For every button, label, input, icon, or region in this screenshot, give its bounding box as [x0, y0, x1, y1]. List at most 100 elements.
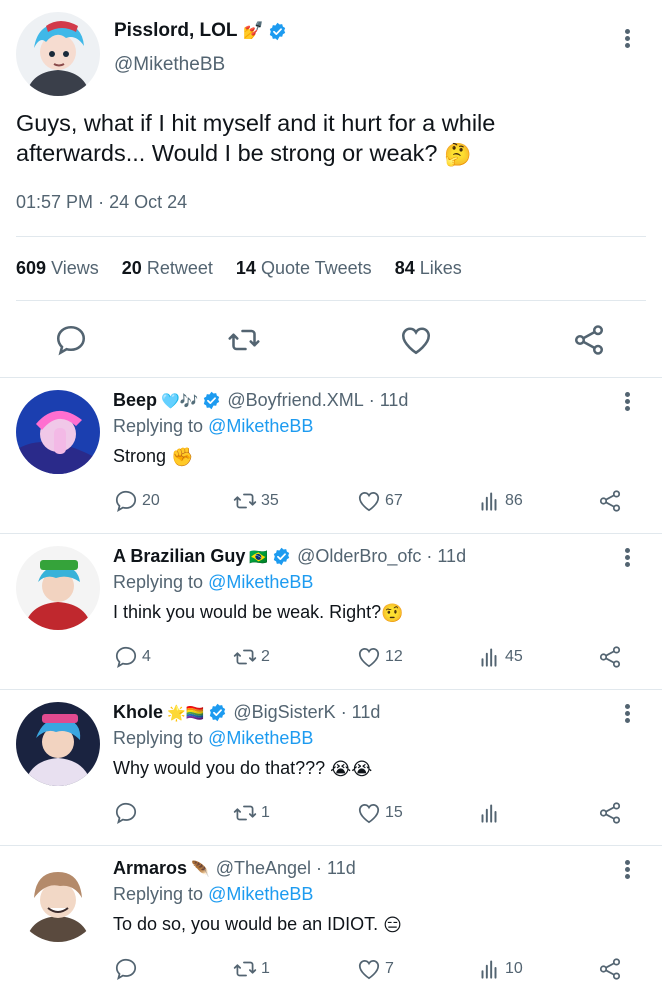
reply-author-name[interactable]: A Brazilian Guy — [113, 546, 245, 567]
share-action[interactable] — [597, 488, 623, 514]
replying-to-mention[interactable]: @MiketheBB — [208, 728, 313, 748]
retweet-action[interactable]: 1 — [232, 800, 270, 826]
retweet-stat[interactable]: 20 Retweet — [122, 258, 213, 278]
like-count: 7 — [385, 960, 394, 977]
like-action[interactable]: 15 — [356, 800, 403, 826]
reply-age: · 11d — [340, 702, 381, 722]
replying-to: Replying to @MiketheBB — [113, 416, 313, 437]
reply-action[interactable]: 4 — [113, 644, 151, 670]
views-action[interactable]: 86 — [476, 488, 523, 514]
reply-author-handle[interactable]: @Boyfriend.XML — [227, 390, 363, 411]
retweet-count: 2 — [261, 648, 270, 665]
replying-prefix: Replying to — [113, 416, 204, 436]
like-count: 12 — [385, 648, 403, 665]
retweet-action[interactable]: 2 — [232, 644, 270, 670]
reply-header: Beep 🩵🎶 @Boyfriend.XML · 11d — [113, 390, 408, 411]
views-action[interactable]: 10 — [476, 956, 523, 982]
replying-to-mention[interactable]: @MiketheBB — [208, 884, 313, 904]
reply-name-emoji: 🩵🎶 — [161, 392, 199, 410]
avatar[interactable] — [16, 12, 100, 96]
reply-tweet[interactable]: A Brazilian Guy 🇧🇷 @OlderBro_ofc · 11d R… — [0, 534, 662, 690]
retweet-action[interactable]: 35 — [232, 488, 279, 514]
reply-tweet[interactable]: Beep 🩵🎶 @Boyfriend.XML · 11d Replying to… — [0, 378, 662, 534]
views-icon — [481, 492, 497, 511]
replying-to-mention[interactable]: @MiketheBB — [208, 416, 313, 436]
replying-to: Replying to @MiketheBB — [113, 884, 313, 905]
reply-action[interactable] — [113, 956, 142, 982]
verified-badge-icon — [273, 547, 290, 566]
reply-text-content: I think you would be weak. Right? — [113, 602, 382, 622]
reply-action[interactable]: 20 — [113, 488, 160, 514]
reply-icon — [115, 958, 137, 981]
main-tweet: Pisslord, LOL 💅 @MiketheBB Guys, what if… — [0, 0, 662, 378]
more-options-icon[interactable] — [617, 546, 637, 570]
share-action[interactable] — [597, 956, 623, 982]
reply-action[interactable] — [113, 800, 142, 826]
more-options-icon[interactable] — [617, 27, 637, 51]
tweet-stats: 609 Views 20 Retweet 14 Quote Tweets 84 … — [16, 258, 480, 279]
retweet-icon — [233, 649, 257, 665]
author-name-row[interactable]: Pisslord, LOL 💅 — [114, 20, 287, 42]
views-count: 10 — [505, 960, 523, 977]
reply-text-content: To do so, you would be an IDIOT. — [113, 914, 379, 934]
like-action[interactable]: 67 — [356, 488, 403, 514]
share-icon — [599, 490, 621, 512]
retweet-icon[interactable] — [226, 322, 262, 358]
reply-author-handle[interactable]: @BigSisterK — [233, 702, 335, 723]
reply-tweet[interactable]: Khole 🌟🏳️‍🌈 @BigSisterK · 11d Replying t… — [0, 690, 662, 846]
like-count: 15 — [385, 804, 403, 821]
reply-author-name[interactable]: Beep — [113, 390, 157, 411]
author-handle[interactable]: @MiketheBB — [114, 54, 225, 76]
share-action[interactable] — [597, 644, 623, 670]
divider — [16, 300, 646, 301]
reply-text-emoji: 😑 — [383, 914, 402, 935]
share-icon[interactable] — [571, 322, 607, 358]
reply-author-name[interactable]: Khole — [113, 702, 163, 723]
likes-stat[interactable]: 84 Likes — [395, 258, 462, 278]
reply-author-handle[interactable]: @TheAngel — [216, 858, 311, 879]
share-icon — [599, 802, 621, 824]
replying-to-mention[interactable]: @MiketheBB — [208, 572, 313, 592]
more-options-icon[interactable] — [617, 390, 637, 414]
like-action[interactable]: 7 — [356, 956, 394, 982]
quote-tweets-stat[interactable]: 14 Quote Tweets — [236, 258, 372, 278]
views-action[interactable] — [476, 800, 505, 826]
reply-text-emoji: 🤨 — [381, 602, 404, 623]
reply-age: · 11d — [368, 390, 409, 410]
like-action[interactable]: 12 — [356, 644, 403, 670]
like-icon — [358, 804, 380, 824]
reply-count: 4 — [142, 648, 151, 665]
reply-author-handle[interactable]: @OlderBro_ofc — [297, 546, 421, 567]
replying-to: Replying to @MiketheBB — [113, 728, 313, 749]
reply-header: A Brazilian Guy 🇧🇷 @OlderBro_ofc · 11d — [113, 546, 466, 567]
reply-tweet[interactable]: Armaros 🪶 @TheAngel · 11d Replying to @M… — [0, 846, 662, 1000]
reply-text-emoji: ✊ — [171, 446, 194, 467]
views-count: 86 — [505, 492, 523, 509]
more-options-icon[interactable] — [617, 858, 637, 882]
reply-icon[interactable] — [53, 322, 89, 358]
like-icon — [358, 492, 380, 512]
replying-prefix: Replying to — [113, 572, 204, 592]
views-count: 45 — [505, 648, 523, 665]
reply-text-content: Strong — [113, 446, 167, 466]
replying-to: Replying to @MiketheBB — [113, 572, 313, 593]
retweet-action[interactable]: 1 — [232, 956, 270, 982]
reply-icon — [115, 490, 137, 513]
reply-name-emoji: 🪶 — [191, 860, 210, 878]
avatar[interactable] — [16, 546, 100, 630]
reply-author-name[interactable]: Armaros — [113, 858, 187, 879]
author-name[interactable]: Pisslord, LOL — [114, 20, 238, 42]
reply-text: To do so, you would be an IDIOT. 😑 — [113, 914, 402, 936]
tweet-timestamp[interactable]: 01:57 PM · 24 Oct 24 — [16, 192, 187, 213]
retweet-icon — [233, 805, 257, 821]
more-options-icon[interactable] — [617, 702, 637, 726]
like-icon[interactable] — [398, 322, 434, 358]
avatar[interactable] — [16, 858, 100, 942]
retweet-icon — [233, 961, 257, 977]
share-action[interactable] — [597, 800, 623, 826]
views-stat[interactable]: 609 Views — [16, 258, 99, 278]
views-action[interactable]: 45 — [476, 644, 523, 670]
avatar[interactable] — [16, 702, 100, 786]
retweet-count: 35 — [261, 492, 279, 509]
avatar[interactable] — [16, 390, 100, 474]
